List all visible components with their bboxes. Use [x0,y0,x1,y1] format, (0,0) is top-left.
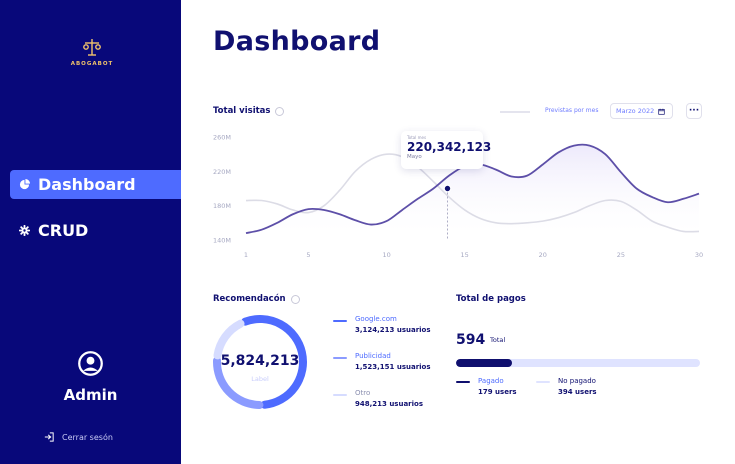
payments-total-label: Total [490,336,506,344]
scales-of-justice-icon [83,39,101,56]
donut-segment[interactable] [213,319,245,360]
x-tick-label: 30 [695,251,703,259]
legend-swatch [456,381,470,383]
tooltip-value: 220,342,123 [407,140,492,154]
pie-chart-icon [10,179,38,190]
legend-name: Pagado [478,377,504,385]
legend-count: 948,213 usuarios [355,400,424,408]
logout-link[interactable]: Cerrar sesón [44,432,113,442]
sidebar-item-crud[interactable]: CRUD [10,216,180,245]
y-tick-label: 260M [213,134,231,142]
payments-total: 594 [456,332,486,348]
payments-progress-fill [456,359,513,367]
month-selector[interactable]: Marzo 2022 [610,103,673,119]
logout-icon [44,432,54,442]
x-tick-label: 10 [382,251,390,259]
sidebar-item-label: CRUD [38,221,89,240]
forecast-legend-label: Previstas por mes [545,107,599,114]
visits-title: Total visitas [213,106,271,116]
recommendation-section-title: Recomendacón [213,294,300,304]
logout-label: Cerrar sesón [62,432,113,442]
legend-item-google: Google.com 3,124,213 usuarios [333,315,431,334]
legend-count: 394 users [558,388,597,396]
highlight-point[interactable] [443,184,452,193]
logo: ABOGABOT [70,38,114,67]
legend-item-otro: Otro 948,213 usuarios [333,389,423,408]
legend-swatch [333,394,347,396]
brand-name: ABOGABOT [70,61,114,67]
payments-section-title: Total de pagos [456,294,526,304]
legend-count: 1,523,151 usuarios [355,363,431,371]
x-tick-label: 5 [306,251,310,259]
recommendation-title: Recomendacón [213,294,286,304]
legend-name: Google.com [355,315,397,323]
calendar-icon [658,108,665,115]
month-selector-value: Marzo 2022 [616,107,655,115]
payments-title: Total de pagos [456,294,526,304]
gear-icon [10,225,38,236]
y-tick-label: 140M [213,237,231,245]
x-tick-label: 25 [617,251,625,259]
user-avatar-icon[interactable] [77,350,104,381]
legend-name: No pagado [558,377,596,385]
legend-name: Publicidad [355,352,391,360]
tooltip-month: Mayo [407,154,422,160]
legend-swatch [333,320,347,322]
info-icon[interactable] [290,294,300,304]
legend-item-publicidad: Publicidad 1,523,151 usuarios [333,352,431,371]
forecast-legend-line [500,111,530,113]
x-tick-label: 15 [461,251,469,259]
sidebar: ABOGABOT Dashboard CRUD Admin Cerrar ses… [0,0,181,464]
chart-tooltip: Total mes 220,342,123 Mayo [401,131,492,169]
y-tick-label: 220M [213,168,231,176]
more-options-button[interactable]: ··· [686,103,702,119]
payments-progress-bar [456,359,700,367]
info-icon[interactable] [275,106,285,116]
legend-swatch [536,381,550,383]
legend-item-unpaid: No pagado 394 users [536,377,597,396]
donut-label: Label [251,375,269,383]
legend-item-paid: Pagado 179 users [456,377,517,396]
sidebar-item-dashboard[interactable]: Dashboard [10,170,181,199]
x-tick-label: 20 [539,251,547,259]
donut-total: 5,824,213 [220,353,300,369]
visits-section-title: Total visitas [213,106,285,116]
page-title: Dashboard [213,26,381,57]
x-tick-label: 1 [244,251,248,259]
legend-swatch [333,357,347,359]
legend-name: Otro [355,389,371,397]
sidebar-item-label: Dashboard [38,175,136,194]
legend-count: 179 users [478,388,517,396]
legend-count: 3,124,213 usuarios [355,326,431,334]
user-name: Admin [63,386,118,404]
y-tick-label: 180M [213,202,231,210]
